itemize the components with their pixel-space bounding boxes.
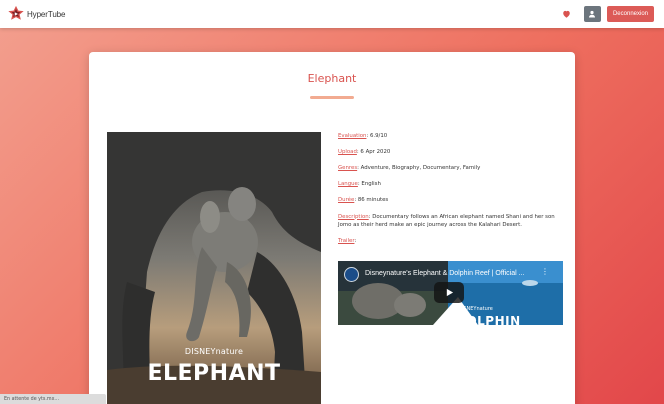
detail-trailer: Trailer: [338,237,357,244]
brand-name: HyperTube [27,9,66,19]
browser-status-bar: En attente de yts.mx... [0,394,106,404]
brand-link[interactable]: HyperTube [7,5,65,23]
profile-button[interactable] [583,6,601,22]
detail-label: Durée [338,197,355,204]
trailer-overlay-brand: DISNEYnature [458,306,493,312]
more-options-icon[interactable]: ⋮ [541,268,549,276]
detail-label: Genres [338,165,358,172]
nav-actions: Deconnexion [558,6,654,22]
heart-icon [563,10,571,18]
detail-label: Description [338,213,369,220]
detail-value: Documentary follows an African elephant … [338,213,555,228]
poster-brand: DISNEYnature [184,347,244,356]
logo-icon [8,5,24,20]
detail-language: Langue: English [338,181,381,188]
detail-duration: Durée: 86 minutes [338,197,389,204]
user-icon [589,10,596,18]
trailer-title[interactable]: Disneynature's Elephant & Dolphin Reef |… [365,270,524,277]
detail-label: Upload [338,149,357,156]
trailer-overlay-text: DOLPHIN [456,314,521,325]
detail-label: Langue [338,181,358,188]
detail-evaluation: Evaluation: 6.9/10 [338,133,388,139]
movie-details: Evaluation: 6.9/10 Upload: 6 Apr 2020 Ge… [338,132,566,253]
logout-button[interactable]: Deconnexion [606,6,654,22]
detail-genres: Genres: Adventure, Biography, Documentar… [338,165,481,172]
play-button[interactable] [434,282,464,303]
channel-avatar[interactable] [344,267,359,282]
movie-card: Elephant DISNEYnature ELEPHANT Evaluatio… [89,52,575,404]
detail-upload: Upload: 6 Apr 2020 [338,149,391,156]
detail-label: Evaluation [338,133,367,139]
detail-label: Trailer [338,237,355,244]
detail-value: English [361,181,381,188]
movie-poster: DISNEYnature ELEPHANT [107,132,321,404]
trailer-player[interactable]: Disneynature's Elephant & Dolphin Reef |… [338,261,563,325]
movie-title: Elephant [307,72,357,85]
detail-value: 6.9/10 [369,133,388,139]
detail-value: Adventure, Biography, Documentary, Famil… [360,165,481,172]
poster-title: ELEPHANT [147,361,281,386]
navbar: HyperTube Deconnexion [0,0,664,28]
favorites-button[interactable] [558,6,576,22]
title-underline [310,96,354,99]
detail-value: 6 Apr 2020 [360,149,391,156]
play-icon [446,288,453,297]
detail-description: Description: Documentary follows an Afri… [338,213,555,228]
detail-value: 86 minutes [357,197,389,204]
